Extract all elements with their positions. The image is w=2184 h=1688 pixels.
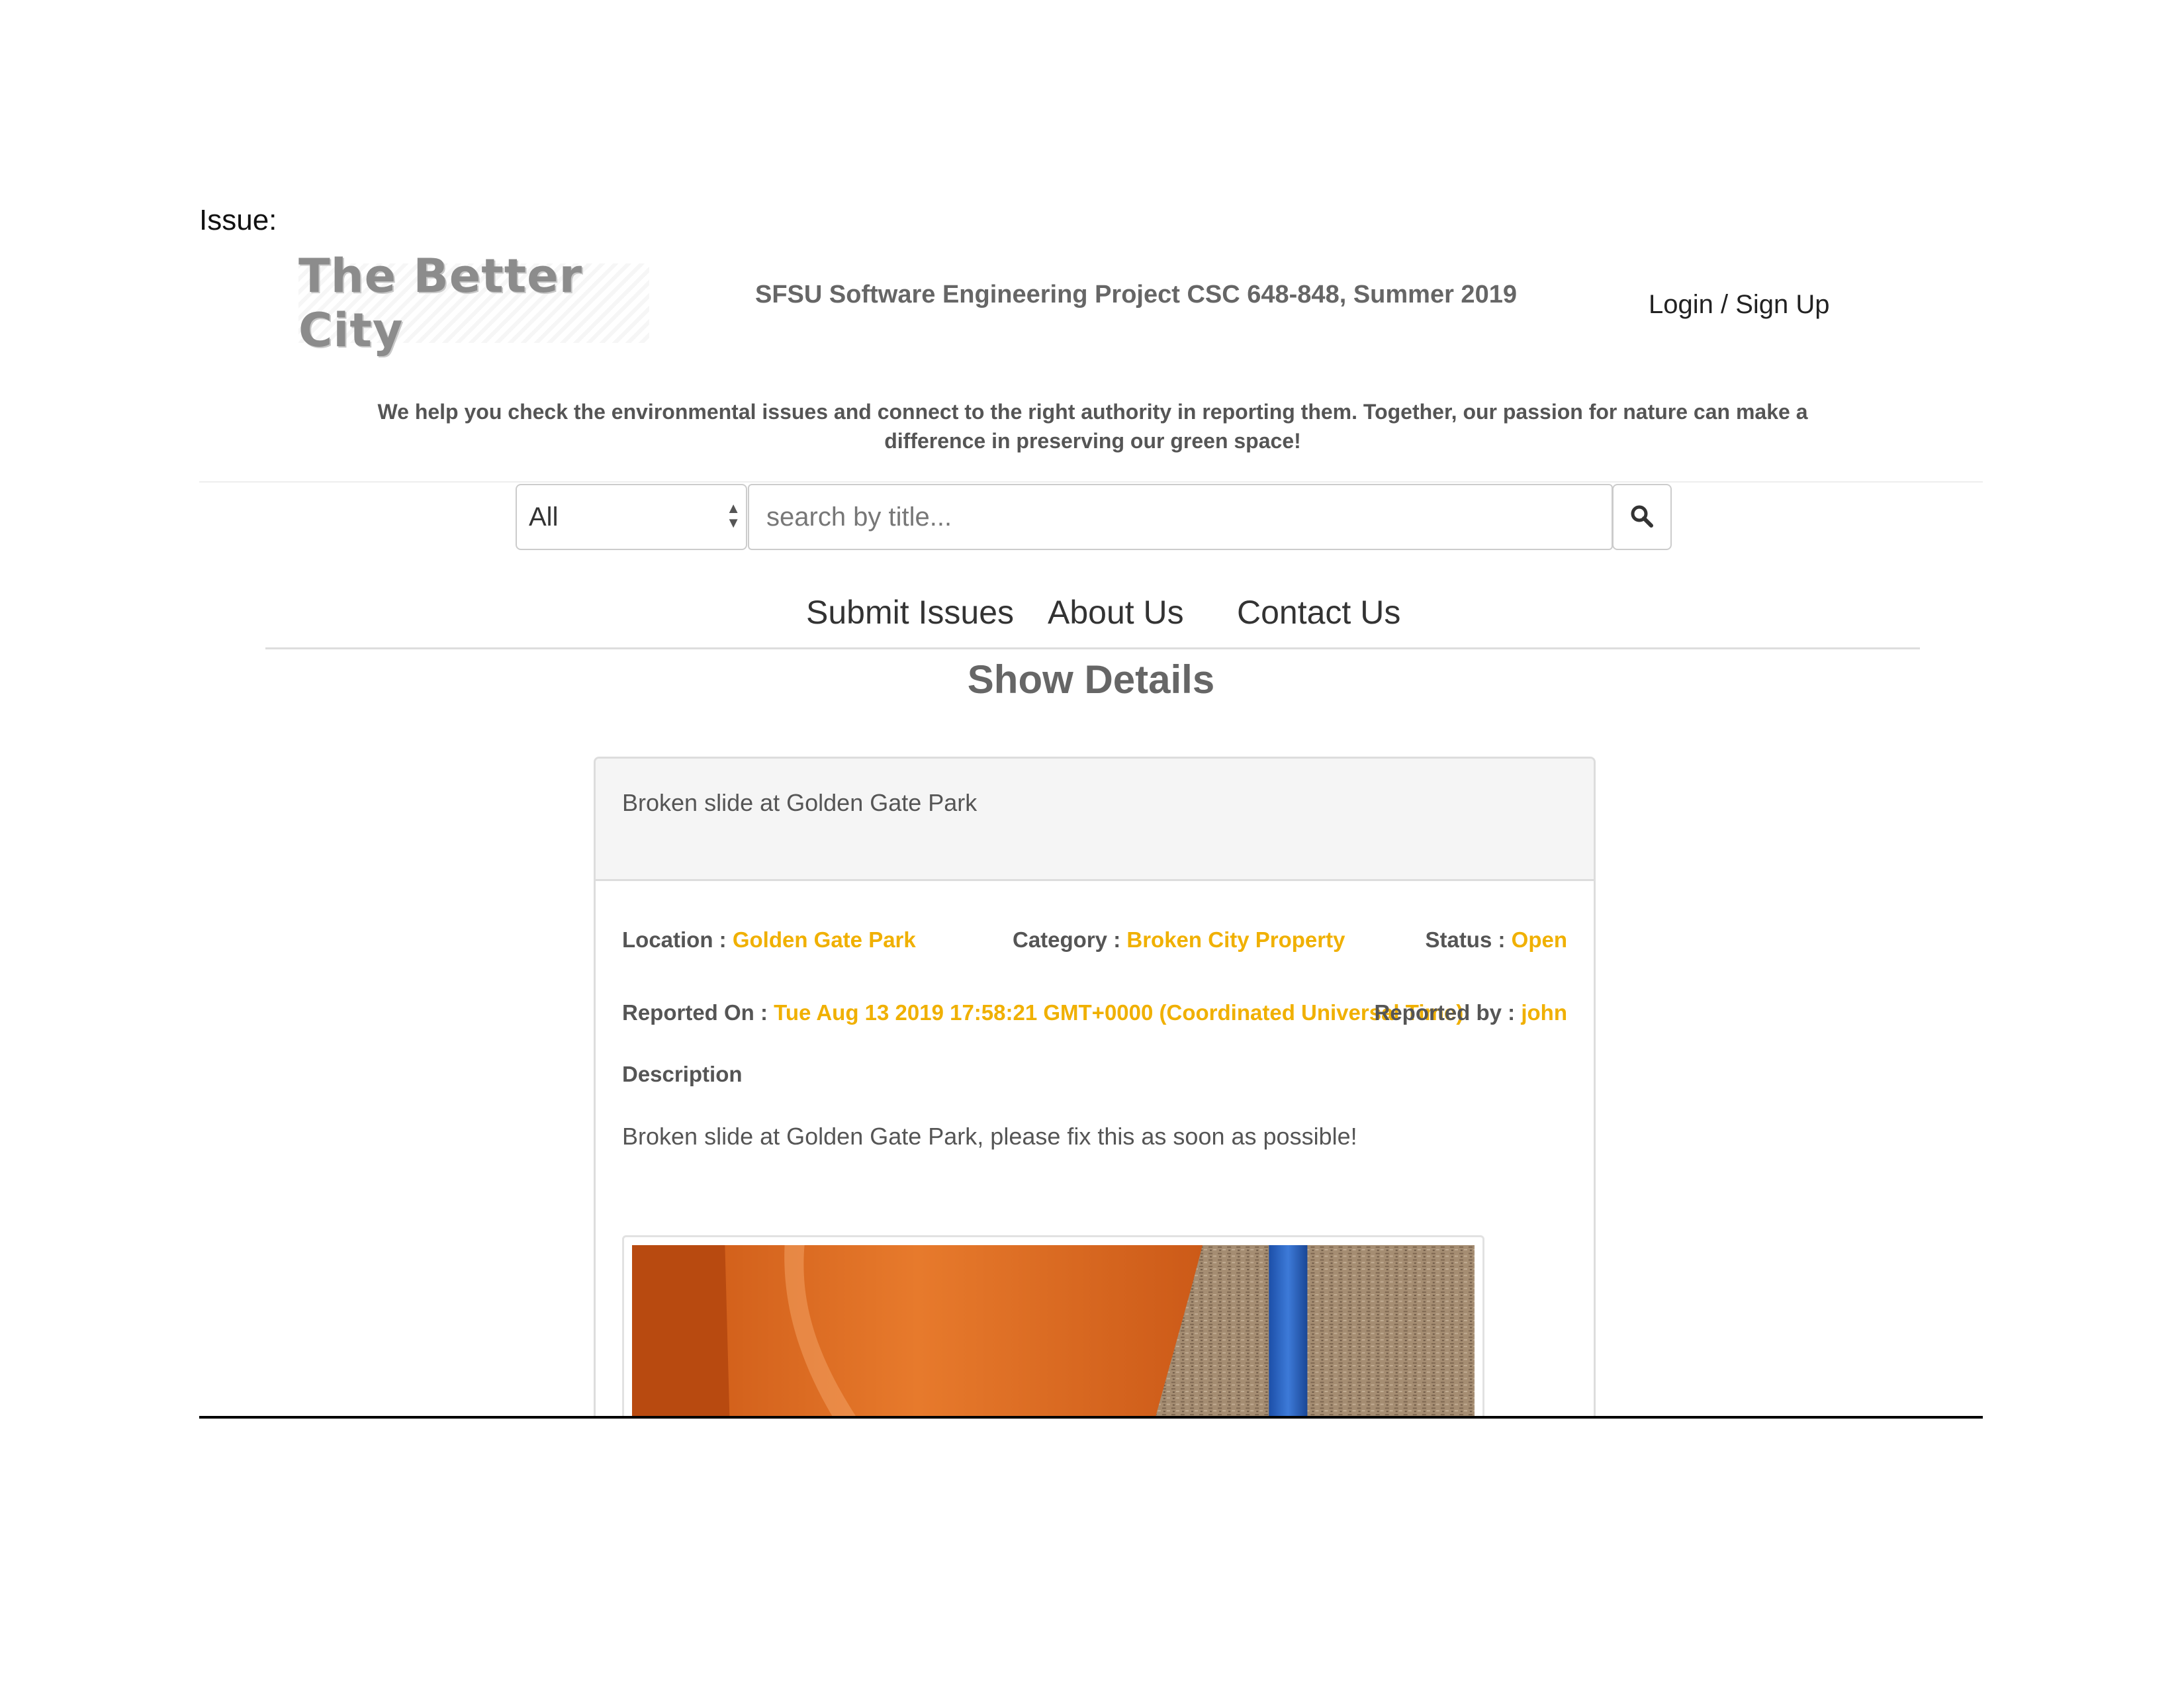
- status-field: Status : Open: [1425, 927, 1567, 953]
- reported-by-field: Reported by : john: [1374, 1000, 1567, 1025]
- location-value: Golden Gate Park: [732, 927, 916, 952]
- status-label: Status :: [1425, 927, 1506, 952]
- browser-screenshot: The Better City SFSU Software Engineerin…: [199, 244, 1983, 1417]
- category-field: Category : Broken City Property: [1013, 927, 1345, 953]
- issue-photo-frame: [622, 1235, 1484, 1417]
- status-value: Open: [1511, 927, 1567, 952]
- select-arrows-icon: ▲ ▼: [726, 500, 741, 531]
- page-title: Show Details: [967, 657, 1215, 702]
- search-input[interactable]: [748, 484, 1613, 550]
- description-text: Broken slide at Golden Gate Park, please…: [622, 1123, 1357, 1150]
- nav-about-us[interactable]: About Us: [1048, 593, 1184, 632]
- category-select[interactable]: All ▲ ▼: [516, 484, 747, 550]
- site-tagline: We help you check the environmental issu…: [377, 400, 1808, 453]
- search-icon: [1629, 503, 1655, 532]
- reported-on-field: Reported On : Tue Aug 13 2019 17:58:21 G…: [622, 1000, 1463, 1025]
- login-signup-link[interactable]: Login / Sign Up: [1649, 290, 1830, 320]
- reported-by-label: Reported by :: [1374, 1000, 1516, 1025]
- issue-title: Broken slide at Golden Gate Park: [622, 789, 978, 816]
- issue-photo: [632, 1245, 1475, 1417]
- category-value: Broken City Property: [1126, 927, 1345, 952]
- issue-detail-panel: Broken slide at Golden Gate Park Locatio…: [594, 757, 1596, 1417]
- reported-by-value: john: [1521, 1000, 1567, 1025]
- site-logo[interactable]: The Better City: [298, 249, 649, 357]
- nav-submit-issues[interactable]: Submit Issues: [806, 593, 1014, 632]
- search-button[interactable]: [1612, 484, 1672, 550]
- project-title: SFSU Software Engineering Project CSC 64…: [755, 281, 1517, 308]
- description-label: Description: [622, 1062, 743, 1086]
- document-label: Issue:: [199, 204, 277, 236]
- document-rule: [199, 1416, 1983, 1419]
- location-label: Location :: [622, 927, 727, 952]
- header-divider: [199, 481, 1983, 483]
- reported-on-label: Reported On :: [622, 1000, 768, 1025]
- issue-panel-heading: Broken slide at Golden Gate Park: [596, 759, 1594, 881]
- category-label: Category :: [1013, 927, 1121, 952]
- nav-contact-us[interactable]: Contact Us: [1237, 593, 1400, 632]
- reported-on-value: Tue Aug 13 2019 17:58:21 GMT+0000 (Coord…: [774, 1000, 1464, 1025]
- nav-divider: [265, 647, 1920, 649]
- location-field: Location : Golden Gate Park: [622, 927, 916, 953]
- category-select-value: All: [529, 502, 559, 532]
